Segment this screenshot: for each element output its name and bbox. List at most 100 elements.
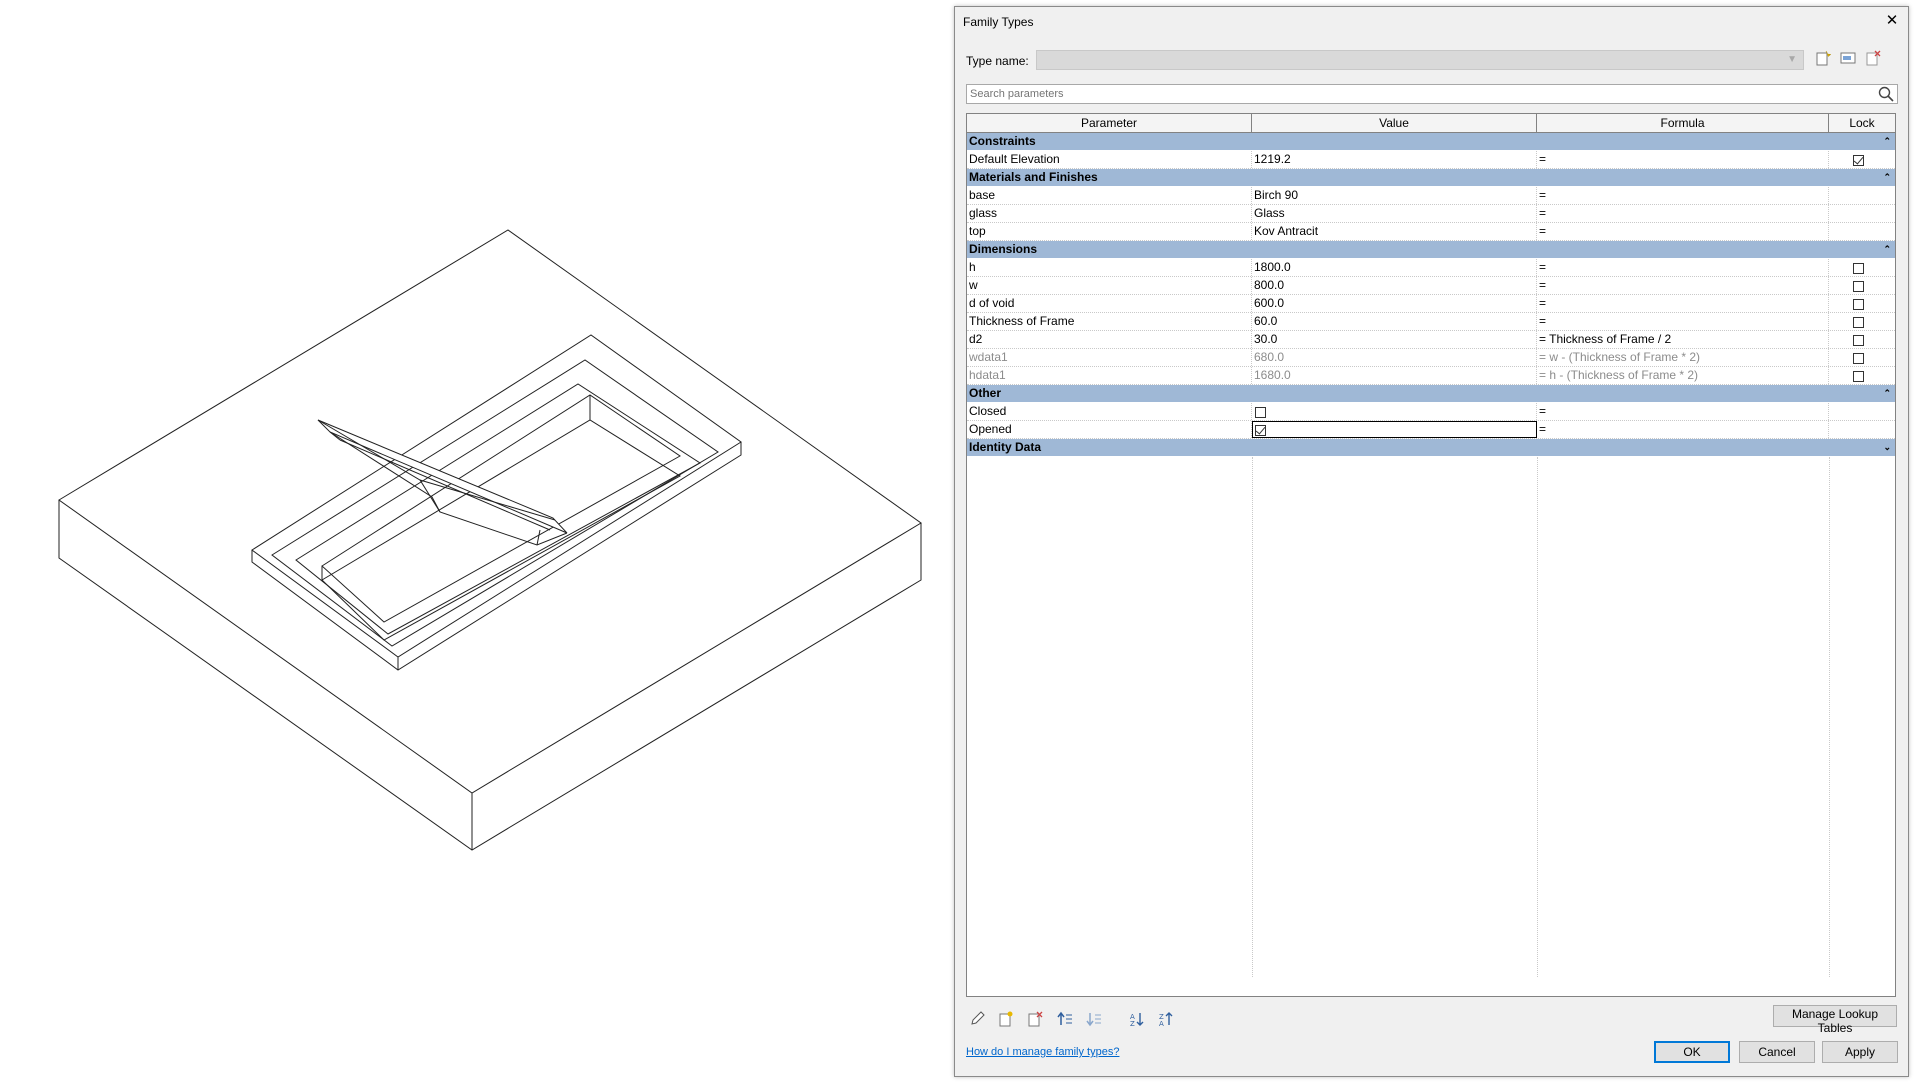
apply-button[interactable]: Apply [1822, 1041, 1898, 1063]
parameter-name-cell[interactable]: base [967, 187, 1252, 204]
search-parameters-field[interactable] [966, 84, 1898, 104]
delete-type-icon[interactable] [1862, 50, 1884, 70]
value-cell[interactable]: Glass [1252, 205, 1537, 222]
formula-cell[interactable]: = Thickness of Frame / 2 [1537, 331, 1829, 348]
value-cell[interactable]: 600.0 [1252, 295, 1537, 312]
parameter-name-cell[interactable]: hdata1 [967, 367, 1252, 384]
group-header-constraints[interactable]: Constraints ⌃ [967, 133, 1895, 151]
table-row[interactable]: Closed = [967, 403, 1895, 421]
collapse-icon[interactable]: ⌃ [1883, 169, 1891, 186]
collapse-icon[interactable]: ⌃ [1883, 241, 1891, 258]
manage-lookup-tables-button[interactable]: Manage Lookup Tables [1773, 1005, 1897, 1035]
value-cell[interactable]: 30.0 [1252, 331, 1537, 348]
parameter-name-cell[interactable]: top [967, 223, 1252, 240]
table-row[interactable]: hdata1 1680.0 = h - (Thickness of Frame * … [967, 367, 1895, 385]
lock-cell[interactable] [1829, 331, 1895, 348]
search-input[interactable] [967, 85, 1853, 103]
parameter-name-cell[interactable]: h [967, 259, 1252, 276]
table-row[interactable]: Thickness of Frame 60.0 = [967, 313, 1895, 331]
formula-cell[interactable]: = w - (Thickness of Frame * 2) [1537, 349, 1829, 366]
lock-checkbox[interactable] [1852, 299, 1864, 311]
sort-ascending-icon[interactable]: AZ [1126, 1011, 1148, 1033]
table-row[interactable]: d of void 600.0 = [967, 295, 1895, 313]
lock-checkbox[interactable] [1852, 353, 1864, 365]
expand-icon[interactable]: ⌄ [1883, 439, 1891, 456]
table-row[interactable]: wdata1 680.0 = w - (Thickness of Frame * 2… [967, 349, 1895, 367]
new-type-icon[interactable] [1812, 50, 1834, 70]
pencil-icon[interactable] [966, 1011, 988, 1033]
table-row[interactable]: base Birch 90 = [967, 187, 1895, 205]
parameter-name-cell[interactable]: Default Elevation [967, 151, 1252, 168]
lock-cell[interactable] [1829, 367, 1895, 384]
rename-type-icon[interactable] [1837, 50, 1859, 70]
value-checkbox[interactable] [1255, 424, 1266, 436]
parameter-name-cell[interactable]: wdata1 [967, 349, 1252, 366]
ok-button[interactable]: OK [1654, 1041, 1730, 1063]
parameter-name-cell[interactable]: glass [967, 205, 1252, 222]
collapse-icon[interactable]: ⌃ [1883, 385, 1891, 402]
group-header-dimensions[interactable]: Dimensions ⌃ [967, 241, 1895, 259]
column-header-formula[interactable]: Formula [1537, 114, 1829, 132]
lock-checkbox[interactable] [1852, 335, 1864, 347]
type-name-dropdown[interactable]: ▼ [1036, 50, 1804, 70]
value-cell[interactable]: 1680.0 [1252, 367, 1537, 384]
table-row[interactable]: Opened = [967, 421, 1895, 439]
formula-cell[interactable]: = [1537, 151, 1829, 168]
table-row[interactable]: w 800.0 = [967, 277, 1895, 295]
formula-cell[interactable]: = [1537, 223, 1829, 240]
formula-cell[interactable]: = [1537, 403, 1829, 420]
help-link[interactable]: How do I manage family types? [966, 1046, 1119, 1058]
sort-descending-icon[interactable]: ZA [1155, 1011, 1177, 1033]
lock-cell[interactable] [1829, 313, 1895, 330]
parameter-name-cell[interactable]: d of void [967, 295, 1252, 312]
column-header-value[interactable]: Value [1252, 114, 1537, 132]
formula-cell[interactable]: = [1537, 259, 1829, 276]
value-cell[interactable]: 680.0 [1252, 349, 1537, 366]
table-row[interactable]: top Kov Antracit = [967, 223, 1895, 241]
lock-cell[interactable] [1829, 277, 1895, 294]
search-icon[interactable] [1877, 85, 1895, 103]
3d-view-canvas[interactable] [0, 0, 950, 1080]
lock-checkbox[interactable] [1852, 263, 1864, 275]
lock-cell[interactable] [1829, 349, 1895, 366]
value-cell[interactable]: 1219.2 [1252, 151, 1537, 168]
value-cell[interactable] [1252, 421, 1537, 438]
new-parameter-icon[interactable] [995, 1011, 1017, 1033]
table-row[interactable]: h 1800.0 = [967, 259, 1895, 277]
lock-cell[interactable] [1829, 151, 1895, 168]
lock-cell[interactable] [1829, 295, 1895, 312]
group-header-identity-data[interactable]: Identity Data ⌄ [967, 439, 1895, 457]
parameter-name-cell[interactable]: Opened [967, 421, 1252, 438]
formula-cell[interactable]: = [1537, 187, 1829, 204]
formula-cell[interactable]: = [1537, 205, 1829, 222]
group-header-materials-and-finishes[interactable]: Materials and Finishes ⌃ [967, 169, 1895, 187]
move-down-icon[interactable] [1083, 1011, 1105, 1033]
parameter-name-cell[interactable]: w [967, 277, 1252, 294]
column-header-lock[interactable]: Lock [1829, 114, 1895, 132]
value-cell[interactable]: Birch 90 [1252, 187, 1537, 204]
collapse-icon[interactable]: ⌃ [1883, 133, 1891, 150]
formula-cell[interactable]: = [1537, 421, 1829, 438]
delete-parameter-icon[interactable] [1024, 1011, 1046, 1033]
cancel-button[interactable]: Cancel [1739, 1041, 1815, 1063]
value-cell[interactable]: 60.0 [1252, 313, 1537, 330]
formula-cell[interactable]: = h - (Thickness of Frame * 2) [1537, 367, 1829, 384]
parameter-name-cell[interactable]: Thickness of Frame [967, 313, 1252, 330]
lock-checkbox[interactable] [1852, 281, 1864, 293]
value-checkbox[interactable] [1255, 406, 1266, 418]
lock-checkbox[interactable] [1852, 371, 1864, 383]
parameter-name-cell[interactable]: d2 [967, 331, 1252, 348]
lock-checkbox[interactable] [1852, 155, 1864, 167]
formula-cell[interactable]: = [1537, 313, 1829, 330]
formula-cell[interactable]: = [1537, 277, 1829, 294]
lock-checkbox[interactable] [1852, 317, 1864, 329]
value-cell[interactable]: Kov Antracit [1252, 223, 1537, 240]
table-row[interactable]: Default Elevation 1219.2 = [967, 151, 1895, 169]
lock-cell[interactable] [1829, 259, 1895, 276]
value-cell[interactable]: 800.0 [1252, 277, 1537, 294]
table-row[interactable]: glass Glass = [967, 205, 1895, 223]
formula-cell[interactable]: = [1537, 295, 1829, 312]
value-cell[interactable] [1252, 403, 1537, 420]
group-header-other[interactable]: Other ⌃ [967, 385, 1895, 403]
close-icon[interactable]: ✕ [1878, 10, 1906, 32]
